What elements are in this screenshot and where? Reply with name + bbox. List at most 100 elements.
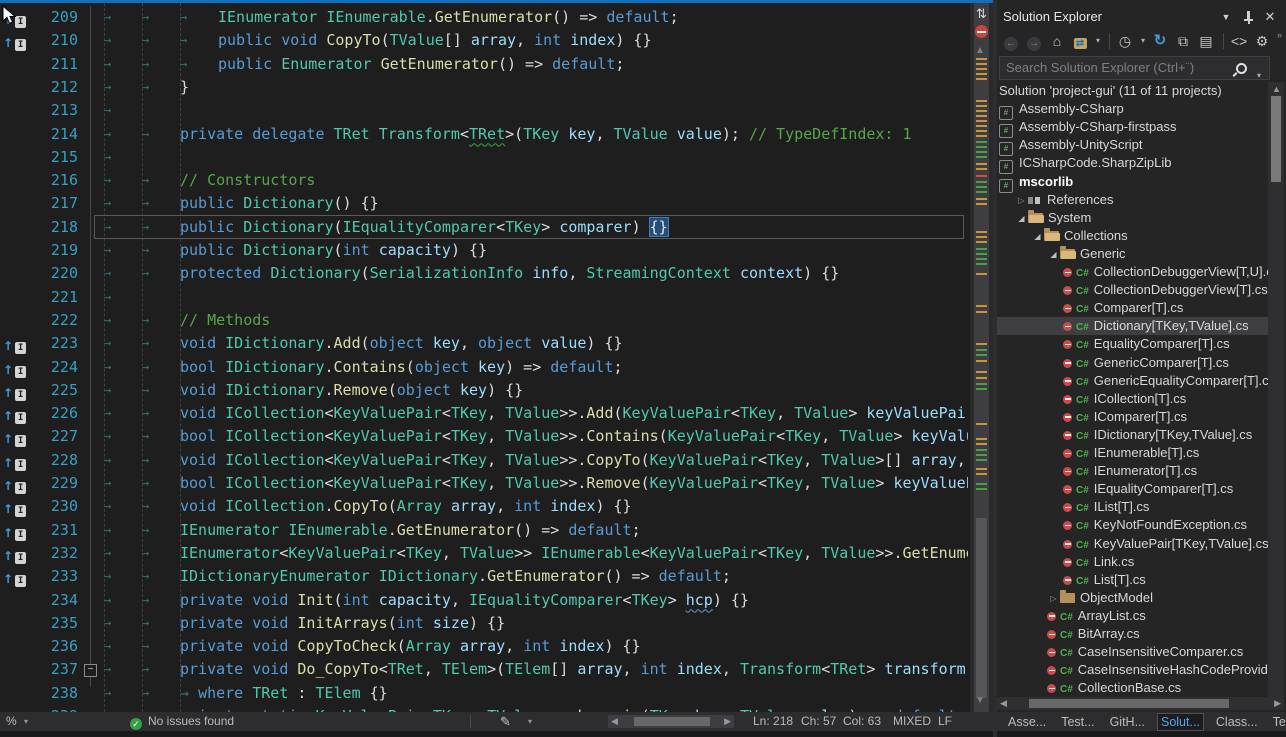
toolbar-overflow-icon[interactable]: » (1277, 28, 1282, 42)
line-number[interactable]: 220 (30, 262, 78, 285)
tree-item[interactable]: C#IList[T].cs (997, 498, 1268, 516)
line-number[interactable]: 234 (30, 589, 78, 612)
pin-icon[interactable] (1240, 11, 1256, 23)
collapse-all-icon[interactable]: ⧉ (1173, 28, 1193, 54)
code-line[interactable]: 218→→public Dictionary(IEqualityComparer… (0, 216, 968, 239)
code-line[interactable]: ↑I230→→void ICollection.CopyTo(Array arr… (0, 495, 968, 518)
line-number[interactable]: 230 (30, 495, 78, 518)
tree-item[interactable]: C#ArrayList.cs (997, 607, 1268, 625)
code-line[interactable]: 211→→→public Enumerator GetEnumerator() … (0, 53, 968, 76)
scroll-up-arrow-icon[interactable]: ▲ (975, 45, 985, 56)
zoom-control[interactable]: % (6, 712, 17, 731)
scrollbar-thumb[interactable] (1029, 699, 1229, 708)
tree-item[interactable]: C#Comparer[T].cs (997, 299, 1268, 317)
scroll-left-arrow-icon[interactable]: ◀ (1000, 697, 1007, 710)
collapsed-arrow-icon[interactable]: ▷ (1047, 590, 1060, 608)
tree-item[interactable]: C#CollectionDebuggerView[T].cs (997, 281, 1268, 299)
tree-item[interactable]: C#IEqualityComparer[T].cs (997, 480, 1268, 498)
code-line[interactable]: 215→ (0, 146, 968, 169)
forward-icon[interactable]: → (1024, 28, 1044, 54)
line-number[interactable]: 237 (30, 658, 78, 681)
zoom-caret-icon[interactable]: ▾ (24, 712, 28, 731)
line-number[interactable]: 210 (30, 29, 78, 52)
fold-collapse-icon[interactable]: − (84, 664, 97, 677)
expanded-arrow-icon[interactable]: ◢ (1047, 246, 1060, 264)
line-number[interactable]: 211 (30, 53, 78, 76)
editor-horizontal-scrollbar[interactable]: ◀ ▶ (608, 715, 734, 728)
line-ending-mixed-indicator[interactable]: MIXED (893, 712, 931, 731)
code-line[interactable]: 212→→} (0, 76, 968, 99)
properties-wrench-icon[interactable]: ⚙ (1252, 28, 1272, 54)
scroll-down-arrow-icon[interactable]: ▼ (975, 695, 985, 706)
line-number[interactable]: 232 (30, 542, 78, 565)
line-number[interactable]: 236 (30, 635, 78, 658)
line-number[interactable]: 224 (30, 356, 78, 379)
tree-item[interactable]: C#GenericComparer[T].cs (997, 354, 1268, 372)
scroll-right-arrow-icon[interactable]: ▶ (1274, 697, 1281, 710)
tree-item[interactable]: C#IComparer[T].cs (997, 408, 1268, 426)
code-line[interactable]: ↑I223→→void IDictionary.Add(object key, … (0, 332, 968, 355)
window-position-caret-icon[interactable]: ▼ (1218, 6, 1234, 28)
scrollbar-thumb[interactable] (634, 717, 710, 726)
line-number[interactable]: 219 (30, 239, 78, 262)
code-line[interactable]: ↑I224→→bool IDictionary.Contains(object … (0, 356, 968, 379)
code-line[interactable]: 236→→private void CopyToCheck(Array arra… (0, 635, 968, 658)
tool-window-tab[interactable]: GitH... (1107, 714, 1148, 730)
line-number[interactable]: 226 (30, 402, 78, 425)
document-health-indicator[interactable]: ✓No issues found (130, 712, 234, 731)
back-icon[interactable]: ← (1001, 28, 1021, 54)
code-line[interactable]: 238→→→ where TRet : TElem {} (0, 682, 968, 705)
solution-explorer-titlebar[interactable]: Solution Explorer ▼ ✕ (997, 6, 1286, 28)
tree-item[interactable]: #Assembly-CSharp (997, 100, 1268, 118)
scrollbar-thumb[interactable] (1271, 96, 1281, 182)
tree-item[interactable]: C#IDictionary[TKey,TValue].cs (997, 426, 1268, 444)
code-line[interactable]: 219→→public Dictionary(int capacity) {} (0, 239, 968, 262)
code-line[interactable]: ↑I228→→void ICollection<KeyValuePair<TKe… (0, 449, 968, 472)
line-number[interactable]: 222 (30, 309, 78, 332)
tree-item[interactable]: C#KeyValuePair[TKey,TValue].cs (997, 535, 1268, 553)
tree-item[interactable]: C#Dictionary[TKey,TValue].cs (997, 317, 1268, 335)
search-solution-explorer-input[interactable]: Search Solution Explorer (Ctrl+¨) ▾ (999, 56, 1270, 80)
line-number[interactable]: 213 (30, 99, 78, 122)
code-line[interactable]: 235→→private void InitArrays(int size) {… (0, 612, 968, 635)
tree-item[interactable]: C#CollectionDebuggerView[T,U].cs (997, 263, 1268, 281)
line-number[interactable]: 228 (30, 449, 78, 472)
line-number[interactable]: 221 (30, 286, 78, 309)
eol-indicator[interactable]: LF (938, 712, 952, 731)
code-cleanup-caret-icon[interactable]: ▾ (528, 712, 532, 731)
refresh-icon[interactable]: ↻ (1150, 28, 1170, 54)
tree-item[interactable]: #mscorlib (997, 173, 1268, 191)
code-line[interactable]: ↑I233→→IDictionaryEnumerator IDictionary… (0, 565, 968, 588)
dropdown-caret-icon[interactable]: ▾ (1093, 28, 1103, 54)
code-line[interactable]: 221→ (0, 286, 968, 309)
scroll-left-arrow-icon[interactable]: ◀ (611, 715, 618, 728)
tool-window-tab-active[interactable]: Solut... (1157, 713, 1204, 731)
line-number[interactable]: 225 (30, 379, 78, 402)
tree-item[interactable]: #Assembly-UnityScript (997, 136, 1268, 154)
line-number[interactable]: 217 (30, 192, 78, 215)
line-number[interactable]: 215 (30, 146, 78, 169)
tree-item[interactable]: C#CaseInsensitiveComparer.cs (997, 643, 1268, 661)
tree-item[interactable]: ◢Generic (997, 245, 1268, 263)
home-icon[interactable]: ⌂ (1047, 28, 1067, 54)
tool-window-tab[interactable]: Test... (1058, 714, 1097, 730)
code-line[interactable]: 217→→public Dictionary() {} (0, 192, 968, 215)
code-line[interactable]: ↑I225→→void IDictionary.Remove(object ke… (0, 379, 968, 402)
code-line[interactable]: ↑I231→→IEnumerator IEnumerable.GetEnumer… (0, 519, 968, 542)
code-line[interactable]: 234→→private void Init(int capacity, IEq… (0, 589, 968, 612)
line-number[interactable]: 233 (30, 565, 78, 588)
line-number[interactable]: 216 (30, 169, 78, 192)
tree-item[interactable]: ▷ObjectModel (997, 589, 1268, 607)
scroll-up-arrow-icon[interactable]: ▲ (1272, 84, 1281, 94)
close-icon[interactable]: ✕ (1262, 6, 1278, 28)
collapsed-arrow-icon[interactable]: ▷ (1015, 192, 1028, 210)
code-line[interactable]: 220→→protected Dictionary(SerializationI… (0, 262, 968, 285)
search-icon[interactable] (1236, 63, 1247, 74)
line-number[interactable]: 227 (30, 425, 78, 448)
sync-with-active-document-icon[interactable]: ⇄ (1070, 28, 1090, 54)
line-number[interactable]: 212 (30, 76, 78, 99)
tool-window-tab[interactable]: Tea... (1270, 714, 1286, 730)
tree-item[interactable]: C#CollectionBase.cs (997, 679, 1268, 696)
line-number[interactable]: 231 (30, 519, 78, 542)
view-code-icon[interactable]: <> (1229, 28, 1249, 54)
